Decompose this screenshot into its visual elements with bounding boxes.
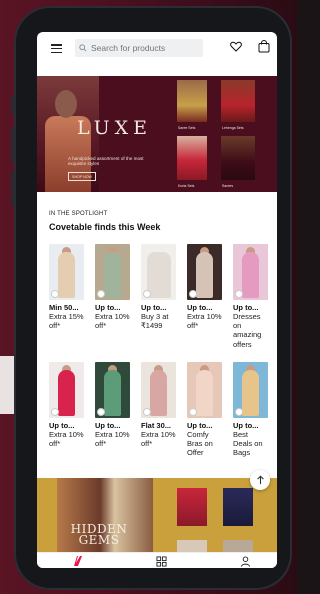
card-title: Up to... <box>49 421 75 430</box>
card-title: Up to... <box>233 303 259 312</box>
card-title: Min 50... <box>49 303 79 312</box>
card-offer: Extra 10% off* <box>187 312 222 331</box>
card-offer: Buy 3 at ₹1499 <box>141 312 169 331</box>
search-bar[interactable] <box>75 39 203 57</box>
card-title: Up to... <box>95 303 121 312</box>
card-offer: Extra 10% off* <box>95 312 130 331</box>
card-title: Up to... <box>95 421 121 430</box>
banner-thumb[interactable] <box>177 136 207 180</box>
phone-button <box>11 96 15 114</box>
search-icon <box>79 44 87 52</box>
card-title: Up to... <box>141 303 167 312</box>
banner-thumb[interactable] <box>221 80 255 122</box>
card-offer: Extra 10% off* <box>49 430 84 449</box>
product-card[interactable]: Up to... Extra 10% off* <box>95 362 130 448</box>
banner-cta-button[interactable]: SHOP NOW <box>68 172 96 181</box>
home-logo-icon[interactable] <box>72 555 84 567</box>
banner-subtitle: A handpicked assortment of the most exqu… <box>68 156 144 167</box>
card-title: Up to... <box>187 303 213 312</box>
card-title: Up to... <box>233 421 259 430</box>
gems-title: HIDDEN GEMS <box>70 522 128 547</box>
banner-title: LUXE <box>77 117 152 139</box>
card-offer: Best Deals on Bags <box>233 430 263 458</box>
banner-thumb[interactable] <box>177 80 207 122</box>
banner-thumb-label: Saree Sets <box>178 126 196 130</box>
section-title: Covetable finds this Week <box>49 222 161 232</box>
product-card[interactable]: Up to... Extra 10% off* <box>187 244 222 330</box>
bottom-nav <box>37 552 277 568</box>
arrow-up-icon <box>256 475 264 485</box>
product-card[interactable]: Flat 30... Extra 10% off* <box>141 362 176 448</box>
product-card[interactable]: Up to... Dresses on amazing offers <box>233 244 268 349</box>
card-offer: Extra 10% off* <box>141 430 176 449</box>
categories-icon[interactable] <box>156 556 167 567</box>
profile-icon[interactable] <box>240 556 251 567</box>
banner-thumb-label: Kurta Sets <box>178 184 195 188</box>
search-input[interactable] <box>87 43 201 53</box>
card-offer: Comfy Bras on Offer <box>187 430 213 458</box>
section-kicker: IN THE SPOTLIGHT <box>49 211 108 217</box>
phone-button <box>11 128 15 162</box>
gems-thumb[interactable] <box>223 488 253 526</box>
menu-icon[interactable] <box>51 44 62 53</box>
card-title: Up to... <box>187 421 213 430</box>
scroll-to-top-button[interactable] <box>250 470 270 490</box>
gems-thumb[interactable] <box>177 488 207 526</box>
card-offer: Extra 10% off* <box>95 430 130 449</box>
card-offer: Dresses on amazing offers <box>233 312 262 349</box>
banner-thumb-label: Sarees <box>222 184 234 188</box>
phone-button <box>11 172 15 206</box>
product-card[interactable]: Up to... Comfy Bras on Offer <box>187 362 222 458</box>
product-card[interactable]: Up to... Best Deals on Bags <box>233 362 268 458</box>
wishlist-heart-icon[interactable] <box>230 41 242 52</box>
banner-thumb[interactable] <box>221 136 255 180</box>
product-card[interactable]: Up to... Extra 10% off* <box>95 244 130 330</box>
shopping-bag-icon[interactable] <box>258 40 270 53</box>
banner-thumb-label: Lehenga Sets <box>222 126 244 130</box>
app-screen: LUXE A handpicked assortment of the most… <box>37 32 277 568</box>
product-card[interactable]: Min 50... Extra 15% off* <box>49 244 84 330</box>
card-title: Flat 30... <box>141 421 172 430</box>
hidden-gems-banner[interactable]: HIDDEN GEMS <box>37 478 277 554</box>
product-card[interactable]: Up to... Extra 10% off* <box>49 362 84 448</box>
product-card[interactable]: Up to... Buy 3 at ₹1499 <box>141 244 176 330</box>
card-offer: Extra 15% off* <box>49 312 84 331</box>
luxe-banner[interactable]: LUXE A handpicked assortment of the most… <box>37 76 277 192</box>
